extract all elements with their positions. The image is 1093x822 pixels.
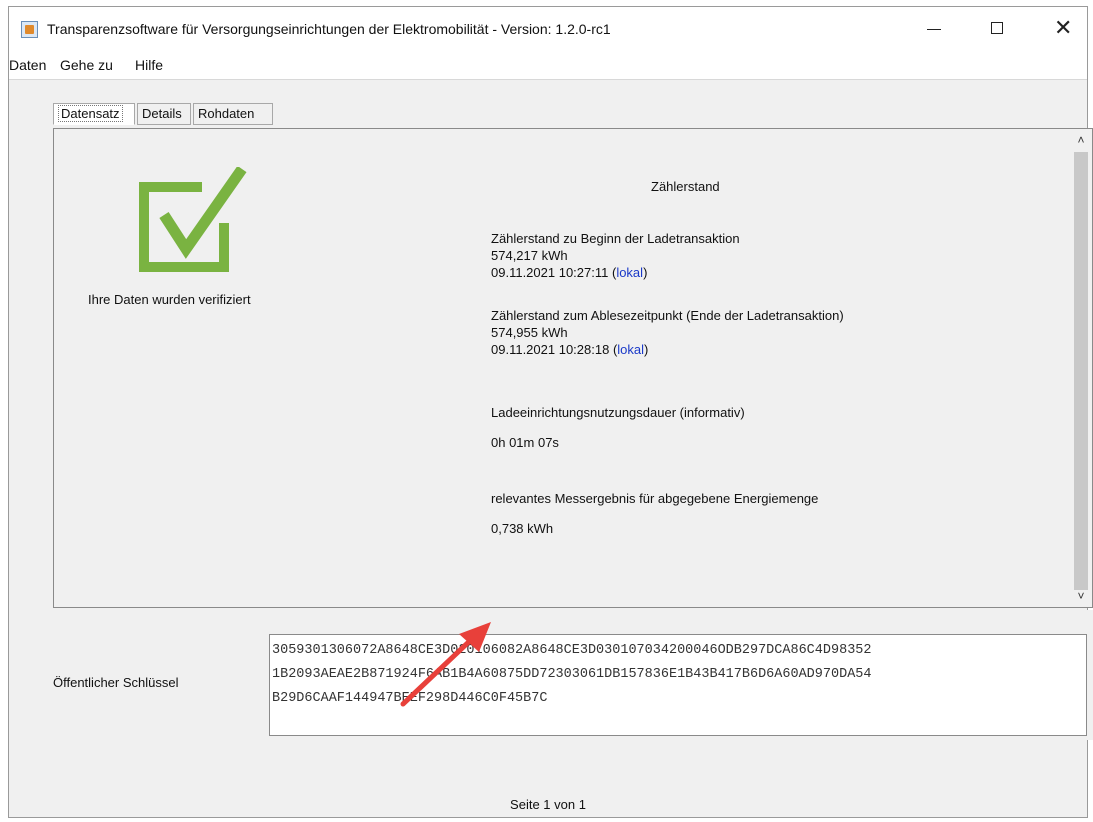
result-value: 0,738 kWh — [491, 521, 554, 536]
tab-details[interactable]: Details — [137, 103, 191, 125]
tab-label: Rohdaten — [198, 106, 255, 121]
menu-daten[interactable]: Daten — [9, 57, 46, 73]
menu-hilfe[interactable]: Hilfe — [135, 57, 163, 73]
public-key-section: Öffentlicher Schlüssel 3059301306072A864… — [53, 610, 1093, 740]
maximize-icon — [991, 22, 1003, 34]
main-content: Datensatz Details Rohdaten Ihre Daten wu… — [9, 80, 1093, 819]
scroll-up-arrow-icon[interactable]: ˄ — [1071, 130, 1091, 150]
tab-datensatz[interactable]: Datensatz — [53, 103, 135, 125]
close-icon: ✕ — [1054, 15, 1073, 40]
end-reading-label: Zählerstand zum Ablesezeitpunkt (Ende de… — [491, 308, 844, 323]
end-reading-value: 574,955 kWh — [491, 325, 568, 340]
start-reading-label: Zählerstand zu Beginn der Ladetransaktio… — [491, 231, 740, 246]
start-reading-value: 574,217 kWh — [491, 248, 568, 263]
scroll-down-arrow-icon[interactable]: ˅ — [1071, 586, 1091, 606]
duration-label: Ladeeinrichtungsnutzungsdauer (informati… — [491, 405, 745, 420]
public-key-line: 1B2093AEAE2B871924F6AB1B4A60875DD7230306… — [272, 667, 872, 682]
public-key-field[interactable]: 3059301306072A8648CE3D020106082A8648CE3D… — [269, 634, 1087, 736]
paren: ) — [644, 342, 649, 357]
verification-status: Ihre Daten wurden verifiziert — [88, 292, 251, 307]
end-reading-timestamp: 09.11.2021 10:28:18 (lokal) — [491, 342, 648, 358]
scroll-thumb[interactable] — [1074, 152, 1088, 590]
title-bar: Transparenzsoftware für Versorgungseinri… — [9, 7, 1087, 51]
duration-value: 0h 01m 07s — [491, 435, 559, 450]
public-key-line: B29D6CAAF144947BEEF298D446C0F45B7C — [272, 687, 1084, 711]
menu-gehe-zu[interactable]: Gehe zu — [60, 57, 113, 73]
start-reading-timestamp: 09.11.2021 10:27:11 (lokal) — [491, 265, 647, 281]
public-key-line: 3059301306072A8648CE3D020106082A8648CE3D… — [272, 643, 872, 658]
vertical-scrollbar[interactable]: ˄ ˅ — [1071, 130, 1091, 606]
paren: ) — [643, 265, 648, 280]
lokal-link[interactable]: lokal — [617, 342, 644, 357]
minimize-icon — [927, 29, 941, 30]
page-indicator: Seite 1 von 1 — [510, 797, 586, 812]
maximize-button[interactable] — [975, 7, 1021, 51]
timestamp: 09.11.2021 10:28:18 — [491, 342, 610, 357]
menu-bar: Daten Gehe zu Hilfe — [9, 51, 1087, 80]
annotation-arrow-icon — [400, 622, 491, 707]
close-button[interactable]: ✕ — [1039, 7, 1085, 51]
tab-label: Details — [142, 106, 182, 121]
timestamp: 09.11.2021 10:27:11 — [491, 265, 609, 280]
tab-rohdaten[interactable]: Rohdaten — [193, 103, 273, 125]
result-label: relevantes Messergebnis für abgegebene E… — [491, 491, 819, 506]
public-key-label: Öffentlicher Schlüssel — [53, 675, 179, 690]
java-app-icon — [21, 21, 38, 38]
tab-label: Datensatz — [58, 105, 123, 122]
checkmark-icon — [139, 167, 247, 272]
minimize-button[interactable] — [911, 7, 957, 51]
datensatz-panel: Ihre Daten wurden verifiziert Zählerstan… — [53, 128, 1093, 608]
meter-heading: Zählerstand — [651, 179, 720, 194]
app-window: Transparenzsoftware für Versorgungseinri… — [8, 6, 1093, 819]
window-title: Transparenzsoftware für Versorgungseinri… — [47, 21, 611, 37]
lokal-link[interactable]: lokal — [616, 265, 643, 280]
